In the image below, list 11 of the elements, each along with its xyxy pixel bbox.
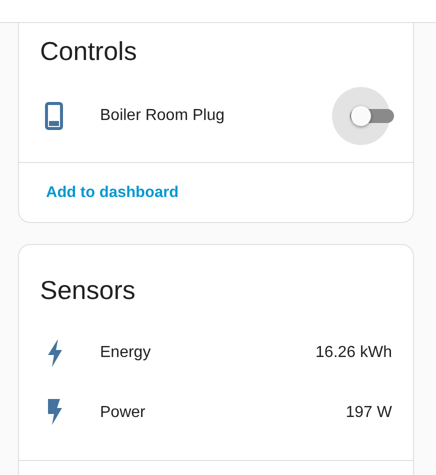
sensor-value: 197 W: [346, 404, 392, 422]
entity-name: Boiler Room Plug: [100, 107, 226, 125]
add-to-dashboard-link[interactable]: Add to dashboard: [46, 184, 179, 202]
card-title: Sensors: [39, 274, 136, 306]
lightning-icon: [47, 399, 63, 427]
sensor-name: Energy: [100, 344, 152, 362]
phone-icon: [45, 102, 63, 130]
card-title: Controls: [39, 35, 138, 67]
sensor-value: 16.26 kWh: [316, 344, 392, 362]
lightning-icon: [47, 339, 63, 367]
sensor-name: Power: [100, 404, 146, 422]
